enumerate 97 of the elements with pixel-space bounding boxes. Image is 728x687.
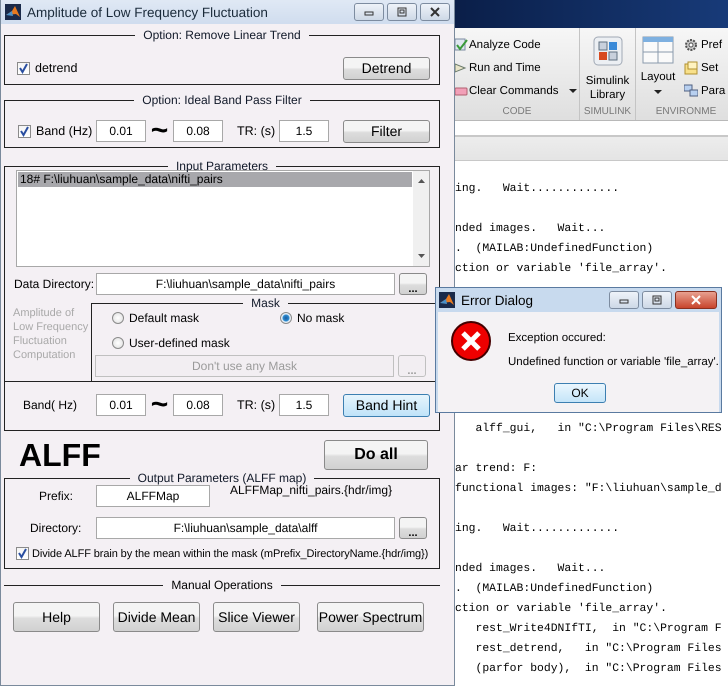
tr-label: TR: (s) xyxy=(237,398,276,412)
maximize-button[interactable] xyxy=(387,3,417,21)
error-icon xyxy=(450,320,492,362)
field-label: Band( Hz) xyxy=(22,398,78,412)
field-label: Prefix: xyxy=(38,489,74,503)
panel-title: Output Parameters (ALFF map) xyxy=(136,471,308,485)
layout-icon[interactable] xyxy=(642,36,674,64)
console-line: ction or variable 'file_array'. xyxy=(455,262,668,277)
console-line: (parfor body), in "C:\Program Files xyxy=(474,662,723,677)
browse-button[interactable]: ... xyxy=(399,517,427,539)
library-icon[interactable] xyxy=(592,36,622,66)
tool-button[interactable]: Help xyxy=(13,602,100,632)
console-line: . (MAILAB:UndefinedFunction) xyxy=(455,582,654,597)
minimize-button[interactable] xyxy=(609,291,639,309)
app-icon xyxy=(5,4,21,20)
console-line: nded images. Wait... xyxy=(455,222,606,237)
console-line: functional images: "F:\liuhuan\sample_d xyxy=(455,482,723,497)
toolstrip-button[interactable]: Set xyxy=(684,58,726,77)
console-line: ction or variable 'file_array'. xyxy=(455,602,668,617)
toolstrip-button[interactable]: Clear Commands xyxy=(455,81,579,100)
output-directory-field[interactable]: F:\liuhuan\sample_data\alff xyxy=(96,517,395,539)
data-directory-field[interactable]: F:\liuhuan\sample_data\nifti_pairs xyxy=(96,273,395,295)
do-all-button[interactable]: Do all xyxy=(324,440,428,470)
console-line: ar trend: F: xyxy=(455,462,538,477)
ok-button[interactable]: OK xyxy=(554,383,606,403)
console-line: alff_gui, in "C:\Program Files\RES xyxy=(474,422,723,437)
field-label: Data Directory: xyxy=(13,277,96,291)
caret-icon[interactable] xyxy=(569,88,578,92)
prefix-field[interactable]: ALFFMap xyxy=(96,485,210,507)
scroll-down-icon[interactable] xyxy=(416,253,426,259)
filter-button[interactable]: Filter xyxy=(343,120,430,142)
panel-title: Option: Ideal Band Pass Filter xyxy=(141,93,303,107)
layout-button[interactable]: Layout xyxy=(633,70,683,84)
folder-icon[interactable] xyxy=(684,60,698,74)
description-text: Amplitude of Low Frequency Fluctuation Computation xyxy=(12,306,90,363)
simulink-library-button[interactable]: Simulink Library xyxy=(582,74,632,102)
maximize-button[interactable] xyxy=(642,291,672,309)
output-filename: ALFFMap_nifti_pairs.{hdr/img} xyxy=(230,483,392,497)
field-label: Directory: xyxy=(29,521,82,535)
minimize-button[interactable] xyxy=(354,3,384,21)
console-line: nded images. Wait... xyxy=(455,562,606,577)
app-heading: ALFF xyxy=(19,436,101,474)
divide-mean-checkbox[interactable]: Divide ALFF brain by the mean within the mask (mPrefix_DirectoryName.{hdr/img}) xyxy=(16,547,428,560)
toolstrip-button[interactable]: Pref xyxy=(684,35,726,54)
maximize-icon[interactable] xyxy=(651,295,663,305)
section-label: CODE xyxy=(502,105,532,119)
checklist-icon[interactable] xyxy=(455,38,468,52)
close-button[interactable] xyxy=(675,291,717,309)
tr-field[interactable]: 1.5 xyxy=(279,394,329,416)
toolstrip-button[interactable]: Analyze Code xyxy=(455,35,579,54)
checkbox[interactable] xyxy=(17,62,30,74)
console-line: rest_detrend, in "C:\Program Files xyxy=(474,642,723,657)
gear-icon[interactable] xyxy=(684,38,698,52)
toolstrip-button[interactable]: Run and Time xyxy=(455,58,579,77)
panel-title: Mask xyxy=(250,296,281,310)
error-message: Undefined function or variable 'file_array'. xyxy=(508,356,719,368)
app-icon xyxy=(439,292,455,308)
high-frequency-field[interactable]: 0.08 xyxy=(173,120,223,142)
list-item[interactable]: 18# F:\liuhuan\sample_data\nifti_pairs xyxy=(18,172,412,187)
checkbox[interactable] xyxy=(16,547,29,560)
tr-label: TR: (s) xyxy=(237,124,276,138)
close-icon[interactable] xyxy=(429,7,441,17)
network-icon[interactable] xyxy=(684,84,698,98)
section-label: SIMULINK xyxy=(582,105,632,119)
panel-title: Option: Remove Linear Trend xyxy=(142,28,302,42)
scroll-up-icon[interactable] xyxy=(416,178,426,184)
tr-field[interactable]: 1.5 xyxy=(279,120,329,142)
console-line: ing. Wait............. xyxy=(455,182,620,197)
band-hint-button[interactable]: Band Hint xyxy=(343,394,430,416)
maximize-icon[interactable] xyxy=(396,7,408,17)
low-frequency-field[interactable]: 0.01 xyxy=(96,394,146,416)
detrend-button[interactable]: Detrend xyxy=(343,56,430,80)
tool-button[interactable]: Slice Viewer xyxy=(213,602,300,632)
browse-button[interactable]: ... xyxy=(399,273,427,295)
low-frequency-field[interactable]: 0.01 xyxy=(96,120,146,142)
error-message: Exception occured: xyxy=(508,332,607,344)
close-button[interactable] xyxy=(420,3,450,21)
section-title: Manual Operations xyxy=(171,578,273,592)
checkbox[interactable] xyxy=(18,124,31,138)
range-separator: ~ xyxy=(150,121,170,141)
panel-title: Input Parameters xyxy=(174,159,270,173)
dialog-title: Error Dialog xyxy=(461,292,534,308)
tool-button[interactable]: Divide Mean xyxy=(113,602,200,632)
window-title: Amplitude of Low Frequency Fluctuation xyxy=(27,4,269,20)
band-checkbox[interactable]: Band (Hz) xyxy=(18,124,96,138)
section-label: ENVIRONME xyxy=(654,105,718,119)
caret-icon[interactable] xyxy=(654,90,662,94)
detrend-checkbox[interactable]: detrend xyxy=(17,61,78,75)
range-separator: ~ xyxy=(150,395,170,415)
console-line: . (MAILAB:UndefinedFunction) xyxy=(455,242,654,257)
console-line: ing. Wait............. xyxy=(455,522,620,537)
toolstrip-button[interactable]: Para xyxy=(684,81,726,100)
subject-list[interactable]: 18# F:\liuhuan\sample_data\nifti_pairs xyxy=(16,170,430,267)
console-line: rest_Write4DNIfTI, in "C:\Program F xyxy=(474,622,723,637)
tool-button[interactable]: Power Spectrum xyxy=(317,602,424,632)
high-frequency-field[interactable]: 0.08 xyxy=(173,394,223,416)
scrollbar[interactable] xyxy=(413,171,429,266)
